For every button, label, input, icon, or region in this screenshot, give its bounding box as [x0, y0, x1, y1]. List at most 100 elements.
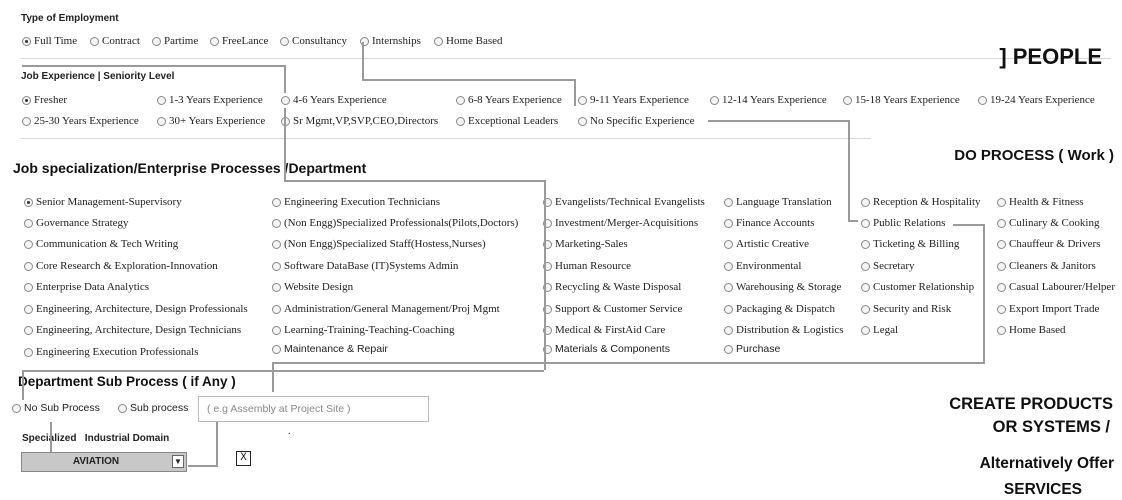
radio-option-senior-management-supervisory[interactable]: Senior Management-Supervisory: [24, 195, 182, 209]
radio-option-no-specific-experience[interactable]: No Specific Experience: [578, 114, 694, 128]
radio-option-enterprise-data-analytics[interactable]: Enterprise Data Analytics: [24, 280, 149, 294]
radio-option-recycling-waste-disposal[interactable]: Recycling & Waste Disposal: [543, 280, 681, 294]
radio-option-medical-firstaid-care[interactable]: Medical & FirstAid Care: [543, 323, 665, 337]
radio-option-finance-accounts[interactable]: Finance Accounts: [724, 216, 815, 230]
radio-option-reception-hospitality[interactable]: Reception & Hospitality: [861, 195, 981, 209]
people-heading: ] PEOPLE: [999, 44, 1102, 69]
radio-label: Full Time: [34, 35, 78, 47]
radio-option-12-14-years-experience[interactable]: 12-14 Years Experience: [710, 93, 827, 107]
radio-option-legal[interactable]: Legal: [861, 323, 898, 337]
radio-option-9-11-years-experience[interactable]: 9-11 Years Experience: [578, 93, 689, 107]
radio-option-full-time[interactable]: Full Time: [22, 34, 77, 48]
radio-option-human-resource[interactable]: Human Resource: [543, 259, 631, 273]
radio-option-ticketing-billing[interactable]: Ticketing & Billing: [861, 237, 959, 251]
radio-option-maintenance-repair[interactable]: Maintenance & Repair: [272, 342, 388, 356]
radio-option-health-fitness[interactable]: Health & Fitness: [997, 195, 1084, 209]
radio-option-engineering-execution-technicians[interactable]: Engineering Execution Technicians: [272, 195, 440, 209]
radio-label: Maintenance & Repair: [284, 343, 388, 355]
radio-option-investment-merger-acquisitions[interactable]: Investment/Merger-Acquisitions: [543, 216, 698, 230]
radio-label: Ticketing & Billing: [873, 238, 960, 250]
radio-option-engineering-architecture-design-professionals[interactable]: Engineering, Architecture, Design Profes…: [24, 302, 248, 316]
radio-option-administration-general-management-proj-mgmt[interactable]: Administration/General Management/Proj M…: [272, 302, 500, 316]
radio-label: Support & Customer Service: [555, 303, 683, 315]
radio-option-fresher[interactable]: Fresher: [22, 93, 67, 107]
radio-label: 1-3 Years Experience: [169, 94, 263, 106]
radio-option-non-engg-specialized-staff-hostess-nurses[interactable]: (Non Engg)Specialized Staff(Hostess,Nurs…: [272, 237, 486, 251]
connector-line: [22, 65, 285, 67]
radio-option-19-24-years-experience[interactable]: 19-24 Years Experience: [978, 93, 1095, 107]
radio-option-public-relations[interactable]: Public Relations: [861, 216, 945, 230]
radio-option-4-6-years-experience[interactable]: 4-6 Years Experience: [281, 93, 387, 107]
radio-option-security-and-risk[interactable]: Security and Risk: [861, 302, 951, 316]
radio-option-6-8-years-experience[interactable]: 6-8 Years Experience: [456, 93, 562, 107]
radio-icon: [24, 239, 33, 249]
radio-option-freelance[interactable]: FreeLance: [210, 34, 268, 48]
radio-option-marketing-sales[interactable]: Marketing-Sales: [543, 237, 628, 251]
radio-label: Human Resource: [555, 260, 632, 272]
radio-option-artistic-creative[interactable]: Artistic Creative: [724, 237, 809, 251]
radio-option-25-30-years-experience[interactable]: 25-30 Years Experience: [22, 114, 139, 128]
radio-icon: [724, 197, 733, 207]
connector-line: [272, 362, 985, 364]
radio-option-cleaners-janitors[interactable]: Cleaners & Janitors: [997, 259, 1096, 273]
radio-option-language-translation[interactable]: Language Translation: [724, 195, 832, 209]
no-sub-process-radio[interactable]: No Sub Process: [12, 401, 100, 415]
radio-option-software-database-it-systems-admin[interactable]: Software DataBase (IT)Systems Admin: [272, 259, 458, 273]
radio-option-partime[interactable]: Partime: [152, 34, 198, 48]
radio-option-contract[interactable]: Contract: [90, 34, 140, 48]
radio-label: Sr Mgmt,VP,SVP,CEO,Directors: [293, 115, 439, 127]
radio-icon: [997, 304, 1006, 314]
radio-option-core-research-exploration-innovation[interactable]: Core Research & Exploration-Innovation: [24, 259, 218, 273]
radio-option-communication-tech-writing[interactable]: Communication & Tech Writing: [24, 237, 178, 251]
radio-option-secretary[interactable]: Secretary: [861, 259, 915, 273]
close-button[interactable]: X: [236, 451, 251, 466]
radio-option-home-based[interactable]: Home Based: [434, 34, 503, 48]
radio-option-15-18-years-experience[interactable]: 15-18 Years Experience: [843, 93, 960, 107]
radio-label: Legal: [873, 324, 899, 336]
radio-option-packaging-dispatch[interactable]: Packaging & Dispatch: [724, 302, 835, 316]
radio-label: Software DataBase (IT)Systems Admin: [284, 260, 459, 272]
radio-option-governance-strategy[interactable]: Governance Strategy: [24, 216, 129, 230]
radio-option-home-based[interactable]: Home Based: [997, 323, 1066, 337]
radio-option-30-years-experience[interactable]: 30+ Years Experience: [157, 114, 265, 128]
radio-option-customer-relationship[interactable]: Customer Relationship: [861, 280, 974, 294]
radio-option-chauffeur-drivers[interactable]: Chauffeur & Drivers: [997, 237, 1100, 251]
radio-option-warehousing-storage[interactable]: Warehousing & Storage: [724, 280, 841, 294]
radio-option-website-design[interactable]: Website Design: [272, 280, 353, 294]
industrial-domain-select[interactable]: AVIATION ▼: [21, 452, 187, 472]
radio-option-exceptional-leaders[interactable]: Exceptional Leaders: [456, 114, 558, 128]
radio-option-distribution-logistics[interactable]: Distribution & Logistics: [724, 323, 844, 337]
radio-option-casual-labourer-helper[interactable]: Casual Labourer/Helper: [997, 280, 1115, 294]
radio-option-support-customer-service[interactable]: Support & Customer Service: [543, 302, 682, 316]
radio-option-materials-components[interactable]: Materials & Components: [543, 342, 670, 356]
radio-option-culinary-cooking[interactable]: Culinary & Cooking: [997, 216, 1099, 230]
radio-option-engineering-execution-professionals[interactable]: Engineering Execution Professionals: [24, 345, 199, 359]
radio-option-engineering-architecture-design-technicians[interactable]: Engineering, Architecture, Design Techni…: [24, 323, 241, 337]
radio-label: Evangelists/Technical Evangelists: [555, 196, 705, 208]
connector-line: [544, 180, 546, 370]
connector-line: [22, 370, 24, 400]
radio-option-consultancy[interactable]: Consultancy: [280, 34, 347, 48]
chevron-down-icon[interactable]: ▼: [172, 455, 184, 468]
radio-option-internships[interactable]: Internships: [360, 34, 421, 48]
radio-option-learning-training-teaching-coaching[interactable]: Learning-Training-Teaching-Coaching: [272, 323, 455, 337]
radio-icon: [456, 116, 465, 126]
sub-process-radio[interactable]: Sub process: [118, 401, 188, 415]
sub-process-input[interactable]: ( e.g Assembly at Project Site ): [198, 396, 429, 422]
radio-option-1-3-years-experience[interactable]: 1-3 Years Experience: [157, 93, 263, 107]
radio-label: Engineering, Architecture, Design Techni…: [36, 324, 242, 336]
radio-icon: [272, 197, 281, 207]
radio-icon: [272, 218, 281, 228]
radio-label: (Non Engg)Specialized Professionals(Pilo…: [284, 217, 519, 229]
radio-option-purchase[interactable]: Purchase: [724, 342, 780, 356]
radio-icon: [24, 261, 33, 271]
radio-icon: [272, 344, 281, 354]
radio-label: Investment/Merger-Acquisitions: [555, 217, 699, 229]
radio-option-environmental[interactable]: Environmental: [724, 259, 801, 273]
radio-icon: [434, 36, 443, 46]
radio-label: Recycling & Waste Disposal: [555, 281, 682, 293]
radio-option-evangelists-technical-evangelists[interactable]: Evangelists/Technical Evangelists: [543, 195, 705, 209]
radio-option-sr-mgmt-vp-svp-ceo-directors[interactable]: Sr Mgmt,VP,SVP,CEO,Directors: [281, 114, 438, 128]
radio-option-export-import-trade[interactable]: Export Import Trade: [997, 302, 1099, 316]
radio-option-non-engg-specialized-professionals-pilots-doctors[interactable]: (Non Engg)Specialized Professionals(Pilo…: [272, 216, 518, 230]
